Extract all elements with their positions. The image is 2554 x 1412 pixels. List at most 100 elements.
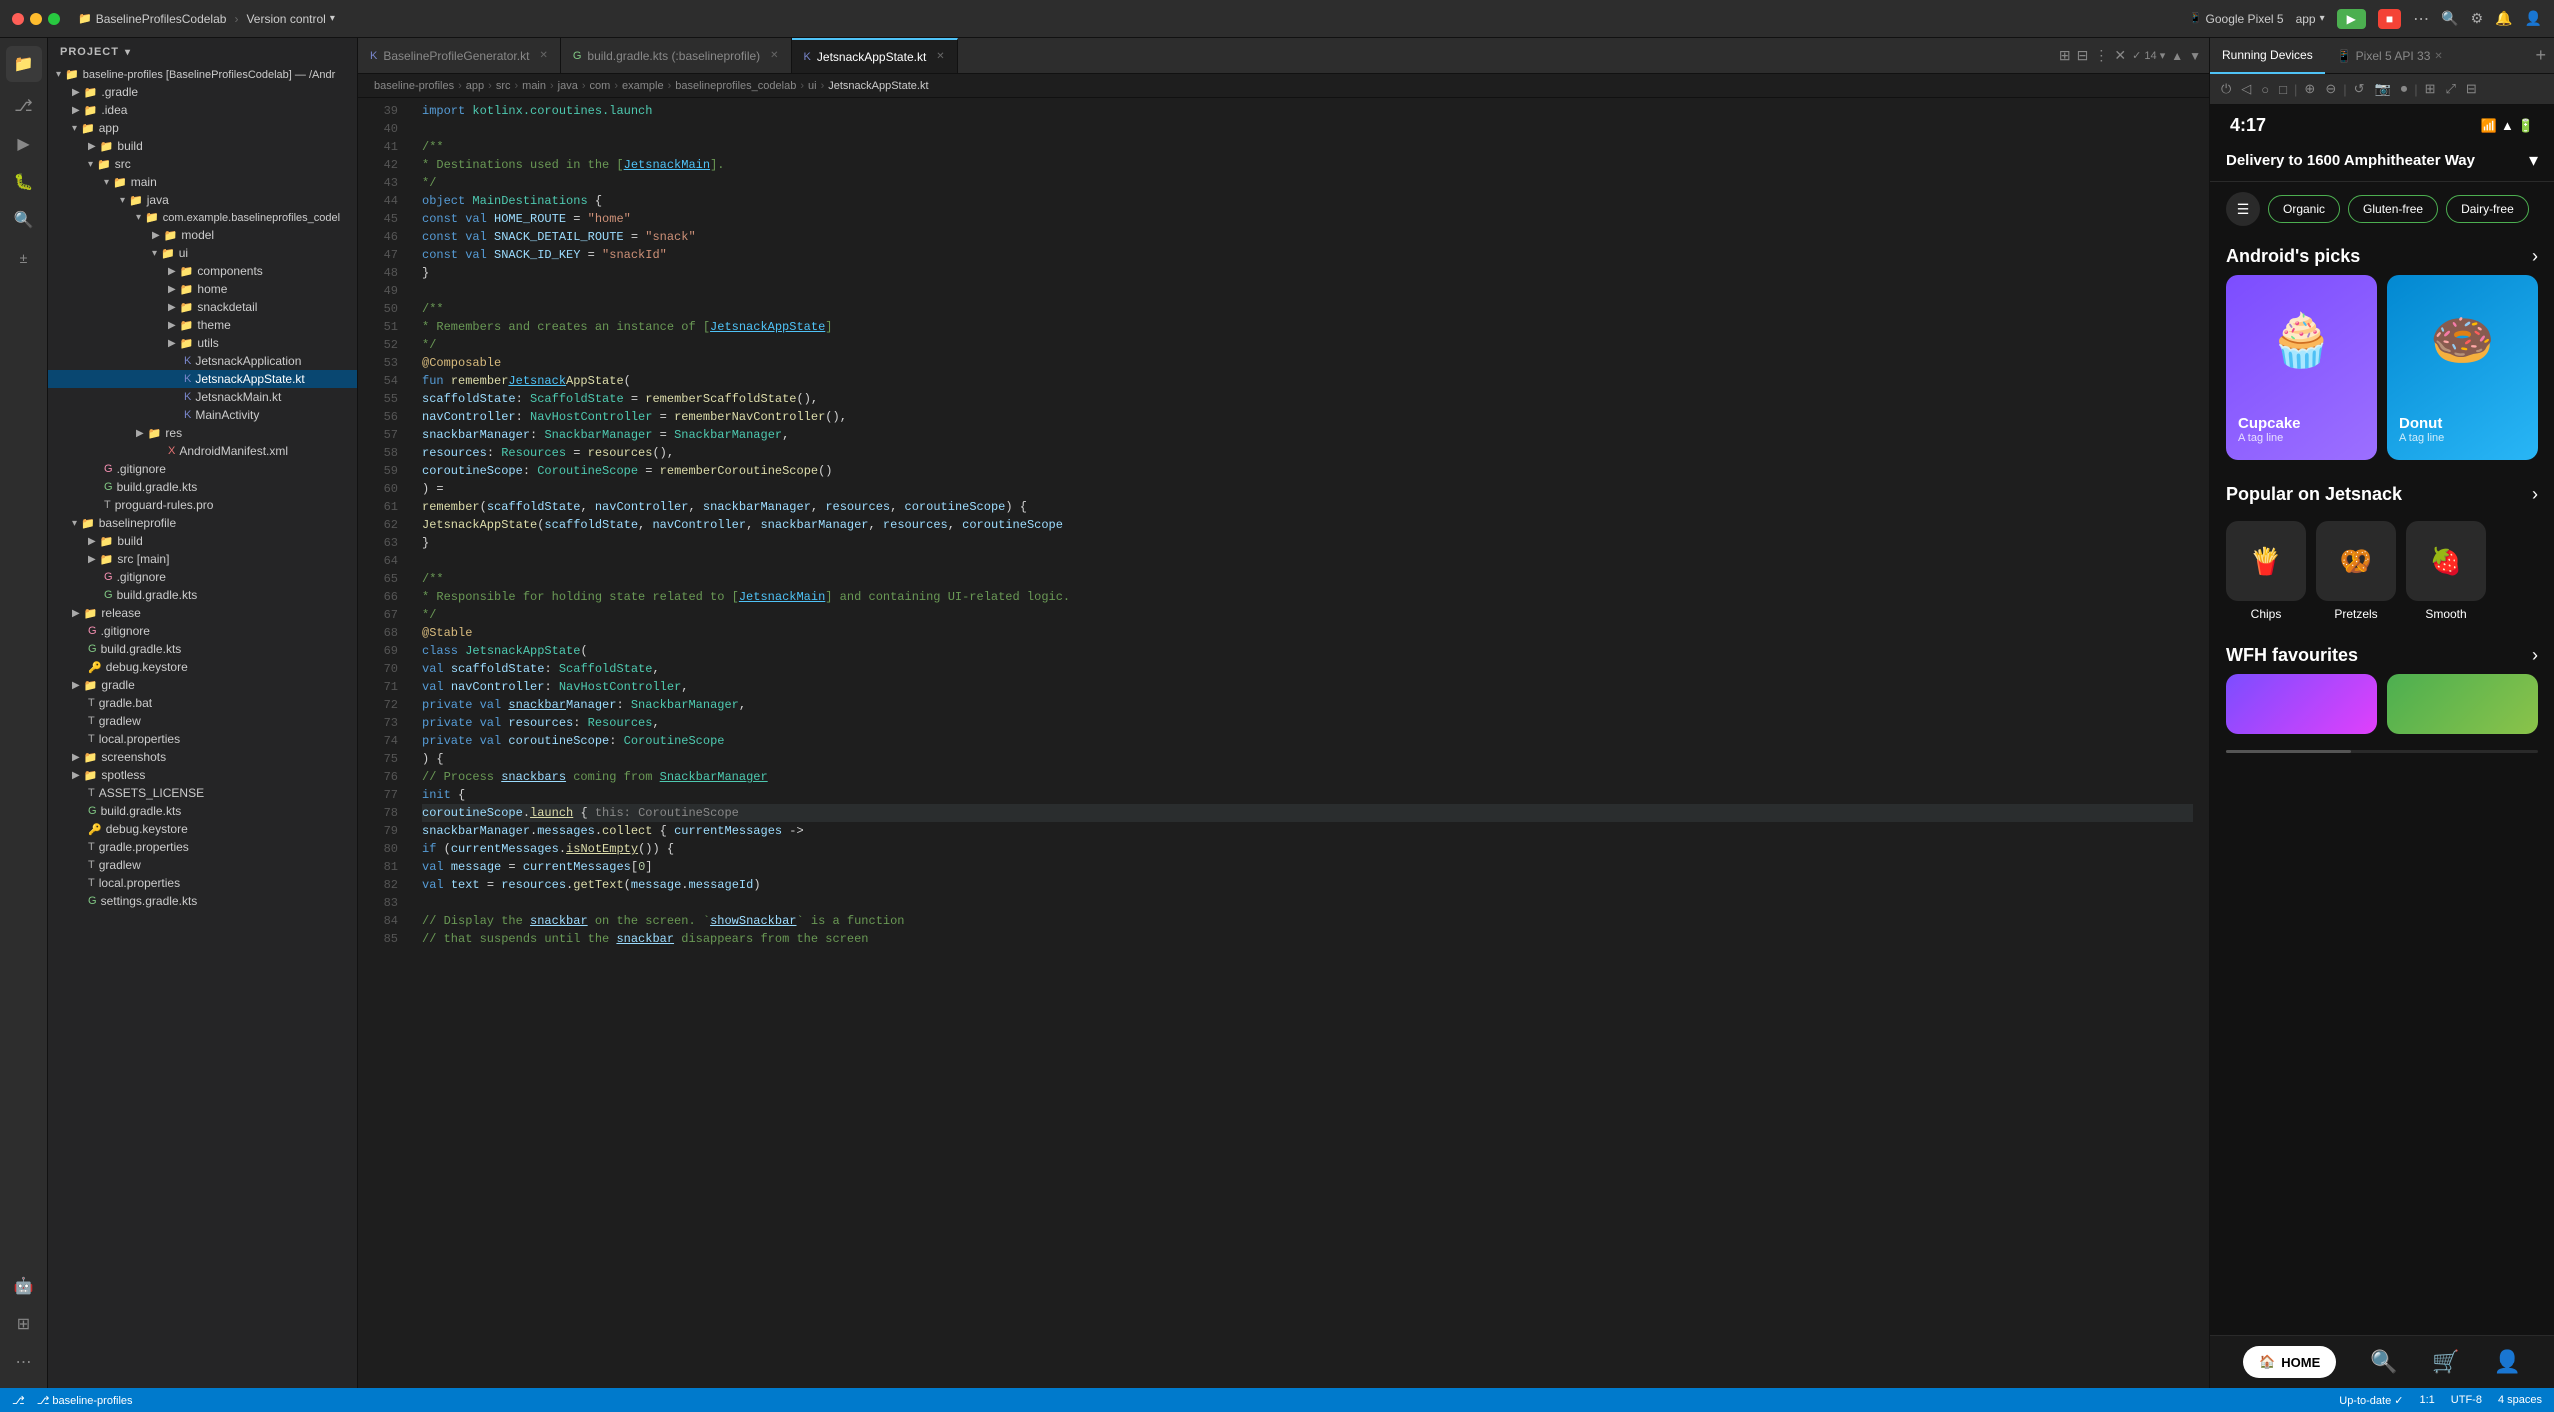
pixel-tab[interactable]: 📱 Pixel 5 API 33 ✕ [2325, 38, 2455, 74]
tree-item-bp-build[interactable]: ▶ 📁 build [48, 532, 357, 550]
minimize-button[interactable] [30, 13, 42, 25]
wfh-arrow-icon[interactable]: › [2532, 645, 2538, 666]
rotate-icon[interactable]: ↺ [2351, 78, 2368, 100]
run-button[interactable]: ▶ [2337, 9, 2366, 29]
tree-item-root-debug-keystore[interactable]: 🔑 debug.keystore [48, 820, 357, 838]
tab-arrow-up[interactable]: ▲ [2171, 49, 2183, 63]
fullscreen-icon[interactable]: ⤢ [2443, 78, 2459, 100]
activity-icon-search[interactable]: 🔍 [6, 202, 42, 238]
git-branch-label[interactable]: ⎇ baseline-profiles [37, 1394, 133, 1407]
tree-item-root[interactable]: ▾ 📁 baseline-profiles [BaselineProfilesC… [48, 66, 357, 83]
tree-item-bp-src[interactable]: ▶ 📁 src [main] [48, 550, 357, 568]
tab-icon-layout[interactable]: ⊟ [2077, 47, 2089, 64]
delivery-bar[interactable]: Delivery to 1600 Amphitheater Way ▾ [2210, 140, 2554, 182]
tab-icon-split[interactable]: ⊞ [2059, 47, 2071, 64]
tree-item-home[interactable]: ▶ 📁 home [48, 280, 357, 298]
tree-item-local-props[interactable]: T local.properties [48, 730, 357, 748]
screenshot-icon[interactable]: 📷 [2372, 78, 2394, 100]
tab-icon-close[interactable]: ✕ [2114, 47, 2126, 64]
filter-chip-gluten[interactable]: Gluten-free [2348, 195, 2438, 223]
tree-item-bp-gradle[interactable]: G build.gradle.kts [48, 586, 357, 604]
code-content[interactable]: import kotlinx.coroutines.launch /** * D… [406, 98, 2209, 1388]
filter-chip-organic[interactable]: Organic [2268, 195, 2340, 223]
tree-item-src[interactable]: ▾ 📁 src [48, 155, 357, 173]
screen-record-icon[interactable]: ⏺ [2398, 78, 2411, 100]
tree-item-jetsnackmain[interactable]: K JetsnackMain.kt [48, 388, 357, 406]
tree-item-jetsnackapplication[interactable]: K JetsnackApplication [48, 352, 357, 370]
filter-menu-icon[interactable]: ☰ [2226, 192, 2260, 226]
tab-close-1[interactable]: ✕ [539, 50, 547, 61]
tree-item-assets-license[interactable]: T ASSETS_LICENSE [48, 784, 357, 802]
tree-item-model[interactable]: ▶ 📁 model [48, 226, 357, 244]
device-selector[interactable]: 📱 Google Pixel 5 [2189, 12, 2284, 26]
tree-item-root-local-props[interactable]: T local.properties [48, 874, 357, 892]
running-devices-tab[interactable]: Running Devices [2210, 38, 2325, 74]
tree-item-idea[interactable]: ▶ 📁 .idea [48, 101, 357, 119]
popular-chips[interactable]: 🍟 Chips [2226, 521, 2306, 621]
tree-item-utils[interactable]: ▶ 📁 utils [48, 334, 357, 352]
tab-arrow-down[interactable]: ▼ [2189, 49, 2201, 63]
add-device-button[interactable]: + [2527, 38, 2554, 73]
tree-item-debug-keystore[interactable]: 🔑 debug.keystore [48, 658, 357, 676]
search-icon[interactable]: 🔍 [2441, 10, 2458, 27]
nav-home-button[interactable]: 🏠 HOME [2243, 1346, 2336, 1378]
recents-icon[interactable]: □ [2276, 79, 2290, 100]
tree-item-jetsnackappstate[interactable]: K JetsnackAppState.kt [48, 370, 357, 388]
tree-item-java[interactable]: ▾ 📁 java [48, 191, 357, 209]
resize-icon[interactable]: ⊟ [2463, 78, 2480, 100]
tree-item-root-gradle-props[interactable]: T gradle.properties [48, 838, 357, 856]
zoom-icon[interactable]: ⊞ [2422, 78, 2439, 100]
activity-icon-more[interactable]: ⋯ [6, 1344, 42, 1380]
tab-jetsnack-appstate[interactable]: K JetsnackAppState.kt ✕ [792, 38, 958, 73]
tree-item-theme[interactable]: ▶ 📁 theme [48, 316, 357, 334]
tree-item-root-gitignore[interactable]: G .gitignore [48, 622, 357, 640]
tab-close-2[interactable]: ✕ [770, 50, 778, 61]
user-icon[interactable]: 👤 [2525, 10, 2542, 27]
tree-item-gradlew[interactable]: T gradlew [48, 712, 357, 730]
volume-up-icon[interactable]: ⊕ [2301, 78, 2318, 100]
activity-icon-vcs[interactable]: ⎇ [6, 88, 42, 124]
tree-item-bp-gitignore[interactable]: G .gitignore [48, 568, 357, 586]
tab-close-3[interactable]: ✕ [936, 51, 944, 62]
search-nav-icon[interactable]: 🔍 [2370, 1349, 2397, 1375]
popular-arrow-icon[interactable]: › [2532, 484, 2538, 505]
cupcake-card[interactable]: 🧁 Cupcake A tag line [2226, 275, 2377, 460]
tree-item-root-build-gradle[interactable]: G build.gradle.kts [48, 802, 357, 820]
tree-item-screenshots[interactable]: ▶ 📁 screenshots [48, 748, 357, 766]
activity-icon-debug[interactable]: 🐛 [6, 164, 42, 200]
cart-nav-icon[interactable]: 🛒 [2432, 1349, 2459, 1375]
back-icon[interactable]: ◁ [2238, 78, 2254, 100]
activity-icon-project[interactable]: 📁 [6, 46, 42, 82]
app-selector[interactable]: app ▾ [2296, 12, 2325, 26]
tree-item-baselineprofile[interactable]: ▾ 📁 baselineprofile [48, 514, 357, 532]
volume-down-icon[interactable]: ⊖ [2322, 78, 2339, 100]
picks-arrow-icon[interactable]: › [2532, 246, 2538, 267]
tab-baselineprofile-generator[interactable]: K BaselineProfileGenerator.kt ✕ [358, 38, 561, 73]
activity-icon-git[interactable]: ± [6, 240, 42, 276]
tree-item-ui[interactable]: ▾ 📁 ui [48, 244, 357, 262]
delivery-chevron-icon[interactable]: ▾ [2529, 150, 2538, 171]
activity-icon-terminal[interactable]: ⊞ [6, 1306, 42, 1342]
activity-icon-android[interactable]: 🤖 [6, 1268, 42, 1304]
tree-item-androidmanifest[interactable]: X AndroidManifest.xml [48, 442, 357, 460]
tree-item-build[interactable]: ▶ 📁 build [48, 137, 357, 155]
tree-item-gradle-dir[interactable]: ▶ 📁 gradle [48, 676, 357, 694]
tree-item-gradle[interactable]: ▶ 📁 .gradle [48, 83, 357, 101]
version-control-label[interactable]: Version control ▾ [246, 12, 334, 26]
popular-pretzels[interactable]: 🥨 Pretzels [2316, 521, 2396, 621]
tree-item-release[interactable]: ▶ 📁 release [48, 604, 357, 622]
stop-button[interactable]: ■ [2378, 9, 2401, 29]
activity-icon-run[interactable]: ▶ [6, 126, 42, 162]
tree-item-mainactivity[interactable]: K MainActivity [48, 406, 357, 424]
popular-smooth[interactable]: 🍓 Smooth [2406, 521, 2486, 621]
home-icon-toolbar[interactable]: ○ [2258, 79, 2272, 100]
tree-item-res[interactable]: ▶ 📁 res [48, 424, 357, 442]
tree-item-app[interactable]: ▾ 📁 app [48, 119, 357, 137]
tree-item-snackdetail[interactable]: ▶ 📁 snackdetail [48, 298, 357, 316]
tree-item-components[interactable]: ▶ 📁 components [48, 262, 357, 280]
maximize-button[interactable] [48, 13, 60, 25]
more-icon[interactable]: ⋯ [2413, 9, 2429, 29]
close-button[interactable] [12, 13, 24, 25]
tree-item-proguard[interactable]: T proguard-rules.pro [48, 496, 357, 514]
tree-item-com[interactable]: ▾ 📁 com.example.baselineprofiles_codel [48, 209, 357, 226]
